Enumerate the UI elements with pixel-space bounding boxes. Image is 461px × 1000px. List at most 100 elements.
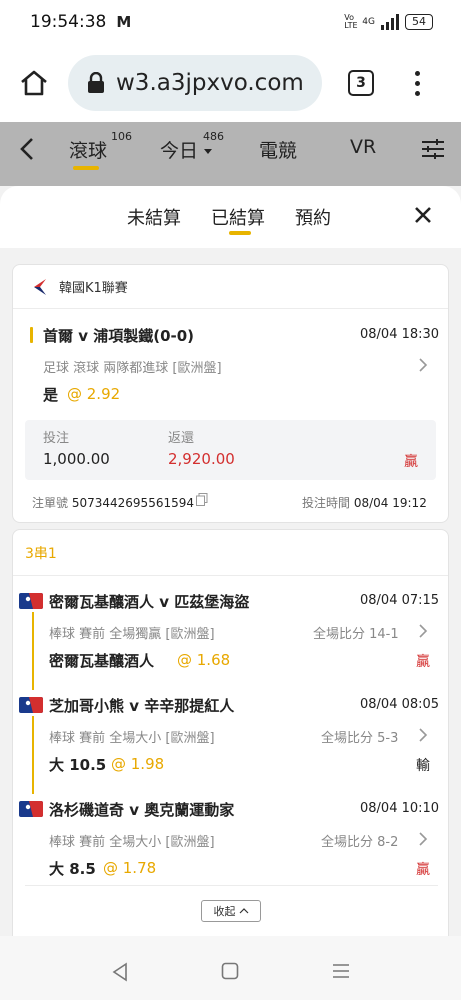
tab-today[interactable]: 今日 486 bbox=[160, 130, 224, 163]
tab-esports-label: 電競 bbox=[259, 140, 298, 162]
tab-today-count: 486 bbox=[203, 130, 224, 143]
tab-reserved-label: 預約 bbox=[295, 208, 331, 229]
tab-vr[interactable]: VR bbox=[350, 136, 376, 158]
return-label: 返還 bbox=[168, 431, 195, 446]
k-league-logo-icon bbox=[34, 278, 46, 295]
leg-final-score: 全場比分 5-3 bbox=[321, 731, 399, 746]
match-title: 首爾 v 浦項製鐵(0-0) bbox=[43, 327, 195, 345]
tab-unsettled[interactable]: 未結算 bbox=[127, 204, 181, 230]
active-tab-indicator bbox=[73, 166, 99, 170]
active-tab-indicator bbox=[229, 231, 251, 235]
system-nav-bar bbox=[0, 936, 461, 1000]
home-button[interactable] bbox=[14, 63, 54, 103]
home-square-icon[interactable] bbox=[221, 962, 239, 980]
ticket-number-row: 注單號 5073442695561594 bbox=[32, 494, 194, 511]
match-accent-bar bbox=[30, 327, 33, 343]
leg-pick: 大 10.5 bbox=[49, 756, 107, 774]
stake-amount: 1,000.00 bbox=[43, 450, 110, 468]
parlay-leg: 密爾瓦基釀酒人 v 匹茲堡海盜 08/04 07:15 棒球 賽前 全場獨贏 [… bbox=[13, 576, 450, 690]
leg-bet-description: 棒球 賽前 全場大小 [歐洲盤] bbox=[49, 731, 215, 746]
collapse-label: 收起 bbox=[213, 905, 236, 918]
volte-icon: Vo LTE bbox=[344, 13, 358, 30]
bet-time: 08/04 19:12 bbox=[353, 496, 427, 510]
chevron-up-icon bbox=[239, 908, 248, 914]
leg-pick: 密爾瓦基釀酒人 bbox=[49, 652, 155, 670]
gmail-icon: M bbox=[116, 13, 132, 31]
leg-match-title: 洛杉磯道奇 v 奧克蘭運動家 bbox=[49, 801, 235, 819]
copy-icon[interactable] bbox=[196, 493, 208, 506]
mlb-logo-icon bbox=[19, 593, 43, 609]
ticket-number: 5073442695561594 bbox=[71, 496, 194, 510]
bet-time-row: 投注時間 08/04 19:12 bbox=[302, 494, 427, 511]
chevron-down-icon bbox=[204, 149, 212, 154]
league-name: 韓國K1聯賽 bbox=[59, 281, 128, 296]
sports-nav: 滾球 106 今日 486 電競 VR bbox=[0, 122, 461, 186]
result-badge: 贏 bbox=[404, 454, 418, 470]
chevron-right-icon[interactable] bbox=[418, 357, 428, 373]
chevron-right-icon[interactable] bbox=[418, 727, 428, 743]
leg-bet-description: 棒球 賽前 全場大小 [歐洲盤] bbox=[49, 835, 215, 850]
leg-odds: @ 1.68 bbox=[177, 651, 231, 669]
mlb-logo-icon bbox=[19, 697, 43, 713]
leg-match-time: 08/04 10:10 bbox=[360, 801, 440, 816]
mlb-logo-icon bbox=[19, 801, 43, 817]
stake-summary: 投注 1,000.00 返還 2,920.00 贏 bbox=[25, 420, 436, 480]
tab-unsettled-label: 未結算 bbox=[127, 208, 181, 229]
close-icon[interactable] bbox=[413, 205, 433, 225]
collapse-button[interactable]: 收起 bbox=[201, 900, 261, 922]
leg-result: 贏 bbox=[416, 654, 430, 670]
tab-live[interactable]: 滾球 106 bbox=[69, 130, 132, 170]
chevron-right-icon[interactable] bbox=[418, 831, 428, 847]
tab-reserved[interactable]: 預約 bbox=[295, 204, 331, 230]
leg-match-time: 08/04 07:15 bbox=[360, 593, 440, 608]
tab-switcher-button[interactable]: 3 bbox=[348, 70, 374, 96]
leg-match-title: 密爾瓦基釀酒人 v 匹茲堡海盜 bbox=[49, 593, 250, 611]
leg-final-score: 全場比分 14-1 bbox=[313, 627, 399, 642]
tab-esports[interactable]: 電競 bbox=[259, 136, 297, 163]
signal-icon bbox=[381, 14, 399, 30]
address-bar[interactable]: w3.a3jpxvo.com bbox=[68, 55, 322, 111]
leg-connector bbox=[32, 716, 34, 794]
home-icon bbox=[21, 70, 47, 96]
bet-odds: @ 2.92 bbox=[67, 385, 121, 403]
status-bar: 19:54:38 M Vo LTE 4G 54 bbox=[0, 0, 461, 44]
tab-vr-label: VR bbox=[350, 136, 377, 158]
parlay-bet-card: 3串1 密爾瓦基釀酒人 v 匹茲堡海盜 08/04 07:15 棒球 賽前 全場… bbox=[12, 529, 449, 936]
leg-bet-description: 棒球 賽前 全場獨贏 [歐洲盤] bbox=[49, 627, 215, 642]
status-icons: Vo LTE 4G 54 bbox=[344, 14, 433, 30]
back-arrow-icon[interactable] bbox=[16, 136, 38, 162]
parlay-title: 3串1 bbox=[13, 530, 448, 576]
tab-settled[interactable]: 已結算 bbox=[211, 204, 265, 235]
url-text: w3.a3jpxvo.com bbox=[116, 70, 304, 96]
chevron-right-icon[interactable] bbox=[418, 623, 428, 639]
leg-match-time: 08/04 08:05 bbox=[360, 697, 440, 712]
leg-result: 贏 bbox=[416, 862, 430, 878]
stake-label: 投注 bbox=[43, 431, 70, 446]
match-time: 08/04 18:30 bbox=[360, 327, 440, 342]
leg-match-title: 芝加哥小熊 v 辛辛那提紅人 bbox=[49, 697, 235, 715]
return-amount: 2,920.00 bbox=[168, 450, 235, 468]
tab-live-label: 滾球 bbox=[69, 140, 108, 162]
leg-pick: 大 8.5 bbox=[49, 860, 96, 878]
ticket-label: 注單號 bbox=[32, 496, 69, 510]
parlay-leg: 芝加哥小熊 v 辛辛那提紅人 08/04 08:05 棒球 賽前 全場大小 [歐… bbox=[13, 680, 450, 794]
filter-icon[interactable] bbox=[421, 138, 445, 160]
browser-menu-button[interactable] bbox=[410, 70, 424, 96]
bet-pick: 是 bbox=[43, 386, 59, 404]
lock-icon bbox=[88, 72, 104, 93]
leg-connector bbox=[32, 612, 34, 690]
league-header: 韓國K1聯賽 bbox=[13, 265, 448, 309]
browser-toolbar: w3.a3jpxvo.com 3 bbox=[0, 44, 461, 122]
status-time: 19:54:38 bbox=[30, 12, 107, 32]
recents-icon[interactable] bbox=[332, 962, 350, 980]
back-triangle-icon[interactable] bbox=[110, 962, 130, 982]
bet-description: 足球 滾球 兩隊都進球 [歐洲盤] bbox=[43, 361, 222, 376]
leg-final-score: 全場比分 8-2 bbox=[321, 835, 399, 850]
tab-live-count: 106 bbox=[111, 130, 132, 143]
divider bbox=[25, 885, 438, 886]
leg-odds: @ 1.98 bbox=[111, 755, 165, 773]
leg-odds: @ 1.78 bbox=[103, 859, 157, 877]
tab-settled-label: 已結算 bbox=[211, 208, 265, 229]
bet-time-label: 投注時間 bbox=[302, 496, 351, 510]
leg-result: 輸 bbox=[416, 758, 430, 774]
